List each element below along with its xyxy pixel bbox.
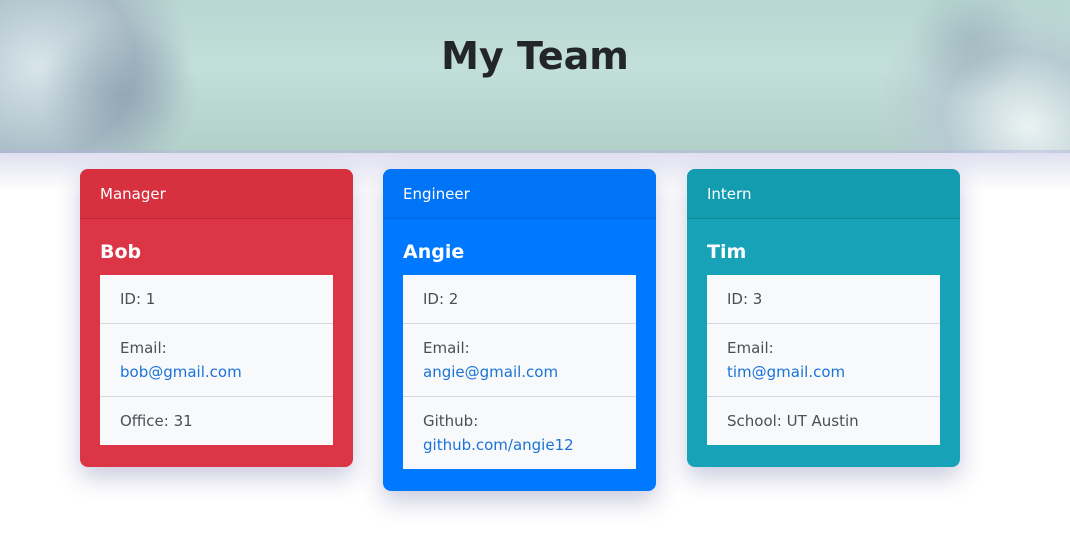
card-body: Bob ID: 1 Email: bob@gmail.com Office: 3… xyxy=(80,219,353,465)
employee-details-list: ID: 1 Email: bob@gmail.com Office: 31 xyxy=(100,275,333,445)
employee-details-list: ID: 3 Email: tim@gmail.com School: UT Au… xyxy=(707,275,940,445)
employee-name: Angie xyxy=(403,241,465,263)
employee-school: School: UT Austin xyxy=(727,412,859,430)
employee-id: ID: 2 xyxy=(403,275,636,324)
card-role-header: Engineer xyxy=(383,169,656,219)
email-label: Email: xyxy=(423,339,470,357)
employee-github-item: Github: github.com/angie12 xyxy=(403,397,636,469)
email-link[interactable]: bob@gmail.com xyxy=(120,363,242,381)
email-link[interactable]: angie@gmail.com xyxy=(423,363,558,381)
card-role-header: Intern xyxy=(687,169,960,219)
employee-id: ID: 3 xyxy=(707,275,940,324)
card-role-header: Manager xyxy=(80,169,353,219)
email-label: Email: xyxy=(120,339,167,357)
engineer-card: Engineer Angie ID: 2 Email: angie@gmail.… xyxy=(383,169,656,491)
employee-office: Office: 31 xyxy=(120,412,193,430)
employee-email-item: Email: angie@gmail.com xyxy=(403,324,636,397)
employee-id: ID: 1 xyxy=(100,275,333,324)
intern-card: Intern Tim ID: 3 Email: tim@gmail.com Sc… xyxy=(687,169,960,467)
hero-banner: My Team xyxy=(0,0,1070,153)
employee-details-list: ID: 2 Email: angie@gmail.com Github: git… xyxy=(403,275,636,469)
employee-email-item: Email: bob@gmail.com xyxy=(100,324,333,397)
github-link[interactable]: github.com/angie12 xyxy=(423,436,574,454)
email-label: Email: xyxy=(727,339,774,357)
email-link[interactable]: tim@gmail.com xyxy=(727,363,845,381)
employee-email-item: Email: tim@gmail.com xyxy=(707,324,940,397)
page-title: My Team xyxy=(441,34,629,78)
card-body: Tim ID: 3 Email: tim@gmail.com School: U… xyxy=(687,219,960,465)
github-label: Github: xyxy=(423,412,479,430)
manager-card: Manager Bob ID: 1 Email: bob@gmail.com O… xyxy=(80,169,353,467)
card-body: Angie ID: 2 Email: angie@gmail.com Githu… xyxy=(383,219,656,489)
employee-name: Bob xyxy=(100,241,142,263)
employee-name: Tim xyxy=(707,241,747,263)
